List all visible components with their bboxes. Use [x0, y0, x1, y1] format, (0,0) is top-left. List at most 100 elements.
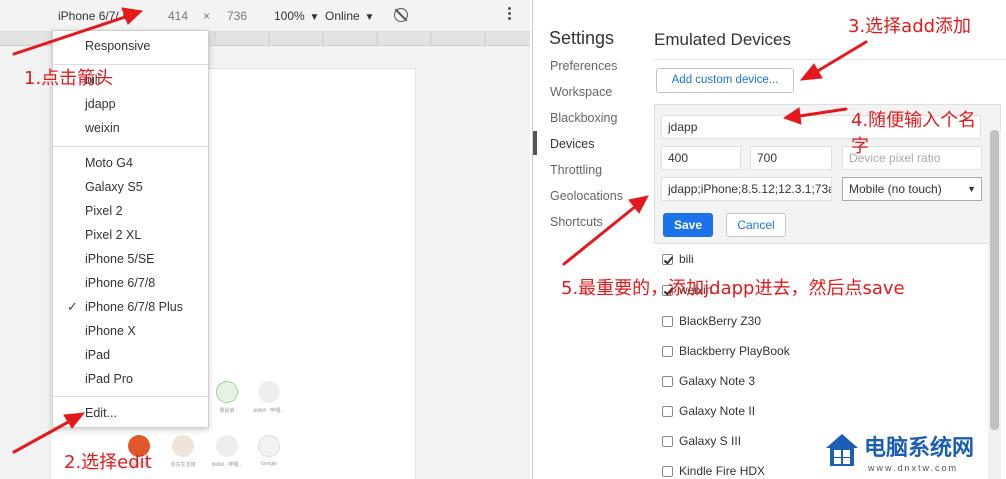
scrollbar-thumb[interactable] — [990, 130, 999, 430]
menu-item-edit[interactable]: Edit... — [85, 406, 117, 420]
device-list-item[interactable]: Galaxy Note II — [662, 402, 755, 420]
app-label: bilibili · 哔哩... — [253, 408, 285, 414]
nav-item-throttling[interactable]: Throttling — [550, 163, 602, 177]
menu-item-device[interactable]: iPad Pro — [85, 372, 133, 386]
annotation-step-5: 5.最重要的，添加jdapp进去，然后点save — [561, 278, 905, 299]
device-name: BlackBerry Z30 — [679, 314, 762, 328]
menu-divider — [53, 146, 208, 147]
nav-item-blackboxing[interactable]: Blackboxing — [550, 111, 617, 125]
nav-item-geolocations[interactable]: Geolocations — [550, 189, 623, 203]
chevron-down-icon: ▼ — [967, 184, 976, 194]
menu-item-device[interactable]: iPhone X — [85, 324, 136, 338]
device-checkbox[interactable] — [662, 253, 673, 265]
menu-item-device[interactable]: Moto G4 — [85, 156, 133, 170]
section-title: Emulated Devices — [654, 30, 792, 49]
app-shortcut[interactable]: 京东生活馆 — [163, 435, 203, 468]
save-button[interactable]: Save — [663, 213, 713, 237]
annotation-step-3: 3.选择add添加 — [848, 16, 972, 37]
device-name: Galaxy Note II — [679, 404, 756, 418]
annotation-step-2: 2.选择edit — [64, 452, 152, 473]
menu-item-device[interactable]: iPhone 5/SE — [85, 252, 155, 266]
network-select[interactable]: Online ▼ — [325, 9, 374, 23]
app-icon — [172, 435, 194, 457]
menu-item-device[interactable]: Pixel 2 XL — [85, 228, 141, 242]
device-list-item[interactable]: bili — [662, 250, 694, 268]
active-nav-marker — [533, 131, 537, 155]
device-list-item[interactable]: Kindle Fire HDX — [662, 462, 765, 479]
annotation-step-4: 4.随便输入个名 — [851, 110, 977, 131]
checkmark-icon: ✓ — [67, 299, 78, 314]
app-label: Google — [260, 461, 278, 467]
user-agent-input[interactable]: jdapp;iPhone;8.5.12;12.3.1;73a — [661, 177, 832, 201]
watermark-url: www.dnxtw.com — [868, 463, 959, 473]
device-checkbox[interactable] — [662, 345, 673, 357]
device-toolbar: iPhone 6/7/▼ 414 × 736 100% ▼ Online ▼ — [0, 0, 530, 32]
chevron-down-icon: ▼ — [361, 12, 375, 23]
cancel-button[interactable]: Cancel — [726, 213, 786, 237]
rotate-icon[interactable] — [394, 8, 408, 22]
annotation-step-4-cont: 字 — [851, 136, 869, 157]
nav-item-preferences[interactable]: Preferences — [550, 59, 617, 73]
device-list-item[interactable]: Galaxy Note 3 — [662, 372, 755, 390]
nav-item-workspace[interactable]: Workspace — [550, 85, 612, 99]
device-list-item[interactable]: Blackberry PlayBook — [662, 342, 790, 360]
app-icon — [216, 435, 238, 457]
device-list-item[interactable]: Galaxy S III — [662, 432, 741, 450]
app-shortcut[interactable]: 我是谁 — [207, 381, 247, 414]
device-type-select[interactable]: Mobile (no touch) ▼ — [842, 177, 982, 201]
menu-item-device[interactable]: Pixel 2 — [85, 204, 123, 218]
device-name: Galaxy S III — [679, 434, 742, 448]
height-input[interactable]: 736 — [227, 9, 247, 23]
house-logo-icon — [826, 434, 858, 466]
device-checkbox[interactable] — [662, 315, 673, 327]
scrollbar[interactable] — [988, 130, 1001, 479]
zoom-select[interactable]: 100% ▼ — [274, 9, 319, 23]
app-icon — [216, 381, 238, 403]
menu-item-device-selected[interactable]: iPhone 6/7/8 Plus — [85, 300, 183, 314]
app-shortcut[interactable]: bilibili · 哔哩... — [249, 381, 289, 414]
device-checkbox[interactable] — [662, 405, 673, 417]
app-icon — [258, 381, 280, 403]
app-label: 我是谁 — [219, 408, 235, 414]
annotation-step-1: 1.点击箭头 — [24, 68, 114, 89]
menu-item-device[interactable]: iPad — [85, 348, 110, 362]
device-width-input[interactable]: 400 — [661, 146, 741, 170]
app-shortcut[interactable]: Google — [249, 435, 289, 467]
device-list-item[interactable]: BlackBerry Z30 — [662, 312, 761, 330]
settings-pane: Settings Preferences Workspace Blackboxi… — [532, 0, 1006, 479]
nav-item-devices[interactable]: Devices — [550, 137, 594, 151]
menu-item-custom-device[interactable]: weixin — [85, 121, 120, 135]
device-name: Blackberry PlayBook — [679, 344, 790, 358]
device-name: bili — [679, 252, 694, 266]
device-select[interactable]: iPhone 6/7/▼ — [58, 9, 131, 23]
device-type-value: Mobile (no touch) — [849, 182, 942, 196]
add-custom-device-button[interactable]: Add custom device... — [656, 68, 794, 93]
divider — [654, 59, 1006, 60]
google-icon — [258, 435, 280, 457]
device-checkbox[interactable] — [662, 435, 673, 447]
device-checkbox[interactable] — [662, 375, 673, 387]
menu-item-device[interactable]: Galaxy S5 — [85, 180, 143, 194]
menu-divider — [53, 396, 208, 397]
chevron-down-icon: ▼ — [306, 12, 320, 23]
zoom-value: 100% — [274, 9, 305, 23]
nav-item-shortcuts[interactable]: Shortcuts — [550, 215, 603, 229]
more-options-icon[interactable] — [508, 7, 512, 22]
app-label: 京东生活馆 — [170, 462, 196, 468]
device-name: Galaxy Note 3 — [679, 374, 756, 388]
app-shortcut[interactable]: bilibili · 哔哩... — [207, 435, 247, 468]
device-select-value: iPhone 6/7/ — [58, 9, 119, 23]
network-value: Online — [325, 9, 360, 23]
chevron-down-icon[interactable]: ▼ — [121, 12, 131, 23]
dimension-separator: × — [203, 9, 211, 23]
app-label: bilibili · 哔哩... — [211, 462, 243, 468]
device-height-input[interactable]: 700 — [750, 146, 832, 170]
menu-item-device[interactable]: iPhone 6/7/8 — [85, 276, 155, 290]
menu-item-responsive[interactable]: Responsive — [85, 39, 150, 53]
width-input[interactable]: 414 — [168, 9, 188, 23]
watermark-title: 电脑系统网 — [864, 436, 975, 461]
menu-item-custom-device[interactable]: jdapp — [85, 97, 116, 111]
device-checkbox[interactable] — [662, 465, 673, 477]
watermark: 电脑系统网 www.dnxtw.com — [822, 430, 1006, 479]
device-name: Kindle Fire HDX — [679, 464, 766, 478]
